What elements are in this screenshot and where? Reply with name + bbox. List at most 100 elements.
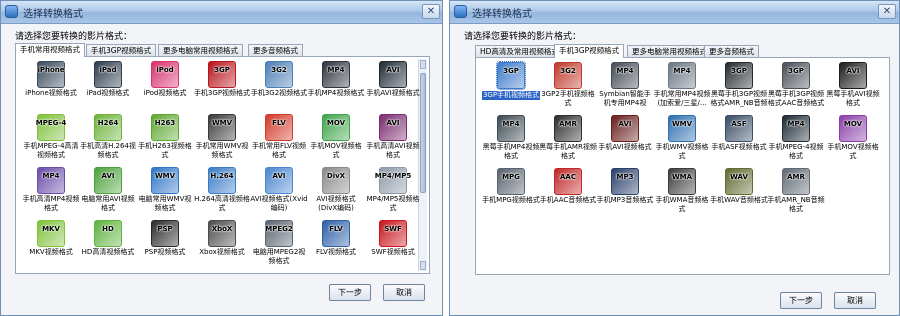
format-icon-text: FLV bbox=[329, 225, 343, 233]
app-icon bbox=[454, 5, 467, 18]
format-item[interactable]: MP4 Symbian智能手机专用MP4视 bbox=[596, 60, 654, 116]
format-icon-text: MP4 bbox=[787, 120, 805, 128]
title-bar[interactable]: 选择转换格式 ✕ bbox=[1, 1, 442, 24]
tab-more-audio[interactable]: 更多音频格式 bbox=[704, 45, 759, 57]
format-grid: 3GP 3GP手机视频格式 3G2 3GP2手机视频格式 MP4 Symbian智能手机专… bbox=[475, 57, 890, 275]
format-item[interactable]: iPhone iPhone视频格式 bbox=[22, 59, 80, 115]
format-item[interactable]: 3G2 手机3G2视频格式 bbox=[250, 59, 308, 115]
format-item[interactable]: XboX Xbox视频格式 bbox=[193, 218, 251, 274]
format-icon-text: 3GP bbox=[214, 66, 230, 74]
tab-phone-3gp-video[interactable]: 手机3GP视频格式 bbox=[86, 44, 157, 56]
format-label: 手机高清H.264视频格式 bbox=[80, 142, 136, 159]
format-icon-text: WMV bbox=[211, 119, 233, 127]
next-button[interactable]: 下一步 bbox=[329, 284, 371, 301]
format-icon-text: 3GP bbox=[731, 67, 747, 75]
format-icon-text: iPod bbox=[156, 66, 174, 74]
format-item[interactable]: AVI 手机AVI视频格式 bbox=[596, 113, 654, 169]
format-label: 手机高清MP4视频格式 bbox=[22, 195, 80, 212]
format-item[interactable]: 3G2 3GP2手机视频格式 bbox=[539, 60, 597, 116]
format-label: 电脑常用WMV视频格式 bbox=[138, 195, 192, 212]
format-label: 电脑常用AVI视频格式 bbox=[81, 195, 135, 212]
tab-pc-common-video[interactable]: 更多电脑常用视频格式 bbox=[627, 45, 712, 57]
format-label: 黑莓手机AMR视频格式 bbox=[539, 143, 597, 160]
next-button[interactable]: 下一步 bbox=[780, 292, 822, 309]
format-item[interactable]: H263 手机H263视频格式 bbox=[136, 112, 194, 168]
close-button[interactable]: ✕ bbox=[878, 4, 896, 19]
format-item[interactable]: 3GP 3GP手机视频格式 bbox=[482, 60, 540, 116]
format-item[interactable]: SWF SWF视频格式 bbox=[364, 218, 422, 274]
format-icon-text: MPEG-4 bbox=[35, 119, 67, 127]
format-item[interactable]: MPG 手机MPG视频格式 bbox=[482, 166, 540, 222]
tab-pc-common-video[interactable]: 更多电脑常用视频格式 bbox=[158, 44, 243, 56]
format-item[interactable]: H264 手机高清H.264视频格式 bbox=[79, 112, 137, 168]
format-label: MKV视频格式 bbox=[29, 248, 73, 256]
format-item[interactable]: AMR 手机AMR_NB音频格式 bbox=[767, 166, 825, 222]
format-item[interactable]: DivX AVI视频格式(DivX编码) bbox=[307, 165, 365, 221]
format-item[interactable]: AVI 手机AVI视频格式 bbox=[364, 59, 422, 115]
format-icon-text: 3G2 bbox=[560, 67, 576, 75]
tab-phone-common-video[interactable]: 手机常用视频格式 bbox=[15, 43, 85, 57]
format-item[interactable]: WMV 手机常用WMV视频格式 bbox=[193, 112, 251, 168]
format-label: 手机H263视频格式 bbox=[138, 142, 192, 159]
format-label: 手机3GP视频格式 bbox=[193, 89, 251, 97]
title-bar[interactable]: 选择转换格式 ✕ bbox=[450, 1, 899, 24]
format-item[interactable]: MP4/MP5 MP4/MP5视频格式 bbox=[364, 165, 422, 221]
format-item[interactable]: AMR 黑莓手机AMR视频格式 bbox=[539, 113, 597, 169]
format-icon-text: H.264 bbox=[210, 172, 234, 180]
format-label: 黑莓手机AVI视频格式 bbox=[826, 90, 880, 107]
format-item[interactable]: MOV 手机MOV视频格式 bbox=[307, 112, 365, 168]
format-item[interactable]: H.264 H.264高清视频格式 bbox=[193, 165, 251, 221]
format-item[interactable]: WMV 手机WMV视频格式 bbox=[653, 113, 711, 169]
format-label: AVI视频格式(DivX编码) bbox=[316, 195, 356, 212]
format-item[interactable]: MKV MKV视频格式 bbox=[22, 218, 80, 274]
format-item[interactable]: iPad iPad视频格式 bbox=[79, 59, 137, 115]
format-icon-text: WMA bbox=[671, 173, 693, 181]
format-item[interactable]: AAC 手机AAC音频格式 bbox=[539, 166, 597, 222]
format-item[interactable]: 3GP 手机3GP视频格式 bbox=[193, 59, 251, 115]
format-item[interactable]: AVI 手机高清AVI视频格式 bbox=[364, 112, 422, 168]
format-item[interactable]: ASF 手机ASF视频格式 bbox=[710, 113, 768, 169]
tab-phone-3gp-video[interactable]: 手机3GP视频格式 bbox=[554, 44, 625, 58]
format-item[interactable]: MP4 手机高清MP4视频格式 bbox=[22, 165, 80, 221]
close-button[interactable]: ✕ bbox=[422, 4, 440, 19]
format-icon-text: MP4 bbox=[616, 67, 634, 75]
format-icon-text: MPEG2 bbox=[265, 225, 293, 233]
format-label: 3GP手机视频格式 bbox=[482, 91, 540, 100]
format-item[interactable]: AVI AVI视频格式(Xvid编码) bbox=[250, 165, 308, 221]
format-icon-text: 3G2 bbox=[271, 66, 287, 74]
dialog-title: 选择转换格式 bbox=[23, 9, 83, 20]
format-item[interactable]: 3GP 黑莓手机3GP视频格式AAC音频格式 bbox=[767, 60, 825, 116]
format-label: 手机高清AVI视频格式 bbox=[366, 142, 420, 159]
format-label: 手机WAV音频格式 bbox=[710, 196, 768, 204]
format-icon-text: AVI bbox=[386, 66, 400, 74]
format-item[interactable]: HD HD高清视频格式 bbox=[79, 218, 137, 274]
format-item[interactable]: MP4 黑莓手机MP4视频格式 bbox=[482, 113, 540, 169]
format-item[interactable]: PSP PSP视频格式 bbox=[136, 218, 194, 274]
format-icon-text: PSP bbox=[157, 225, 173, 233]
format-item[interactable]: MP3 手机MP3音频格式 bbox=[596, 166, 654, 222]
format-item[interactable]: 3GP 黑莓手机3GP视频格式AMR_NB音频格式 bbox=[710, 60, 768, 116]
format-icon-text: AVI bbox=[272, 172, 286, 180]
dialog-title: 选择转换格式 bbox=[472, 9, 532, 20]
cancel-button[interactable]: 取消 bbox=[383, 284, 425, 301]
format-item[interactable]: FLV 手机常用FLV视频格式 bbox=[250, 112, 308, 168]
cancel-button[interactable]: 取消 bbox=[834, 292, 876, 309]
format-item[interactable]: MP4 手机MPEG-4视频格式 bbox=[767, 113, 825, 169]
format-item[interactable]: iPod iPod视频格式 bbox=[136, 59, 194, 115]
format-item[interactable]: AVI 黑莓手机AVI视频格式 bbox=[824, 60, 882, 116]
tab-more-audio[interactable]: 更多音频格式 bbox=[248, 44, 303, 56]
format-icon-text: XboX bbox=[211, 225, 233, 233]
format-item[interactable]: MP4 手机常用MP4视频(加索爱/三星/... bbox=[653, 60, 711, 116]
format-item[interactable]: MOV 手机MOV视频格式 bbox=[824, 113, 882, 169]
format-label: 手机WMV视频格式 bbox=[655, 143, 709, 160]
tab-hd-common-video[interactable]: HD高清及常用视频格式 bbox=[475, 45, 564, 57]
format-label: 手机3G2视频格式 bbox=[250, 89, 308, 97]
format-item[interactable]: WAV 手机WAV音频格式 bbox=[710, 166, 768, 222]
format-item[interactable]: WMV 电脑常用WMV视频格式 bbox=[136, 165, 194, 221]
format-item[interactable]: MP4 手机MP4视频格式 bbox=[307, 59, 365, 115]
format-item[interactable]: MPEG2 电脑用MPEG2视频格式 bbox=[250, 218, 308, 274]
format-item[interactable]: AVI 电脑常用AVI视频格式 bbox=[79, 165, 137, 221]
format-item[interactable]: WMA 手机WMA音频格式 bbox=[653, 166, 711, 222]
format-item[interactable]: FLV FLV视频格式 bbox=[307, 218, 365, 274]
format-item[interactable]: MPEG-4 手机MPEG-4高清视频格式 bbox=[22, 112, 80, 168]
